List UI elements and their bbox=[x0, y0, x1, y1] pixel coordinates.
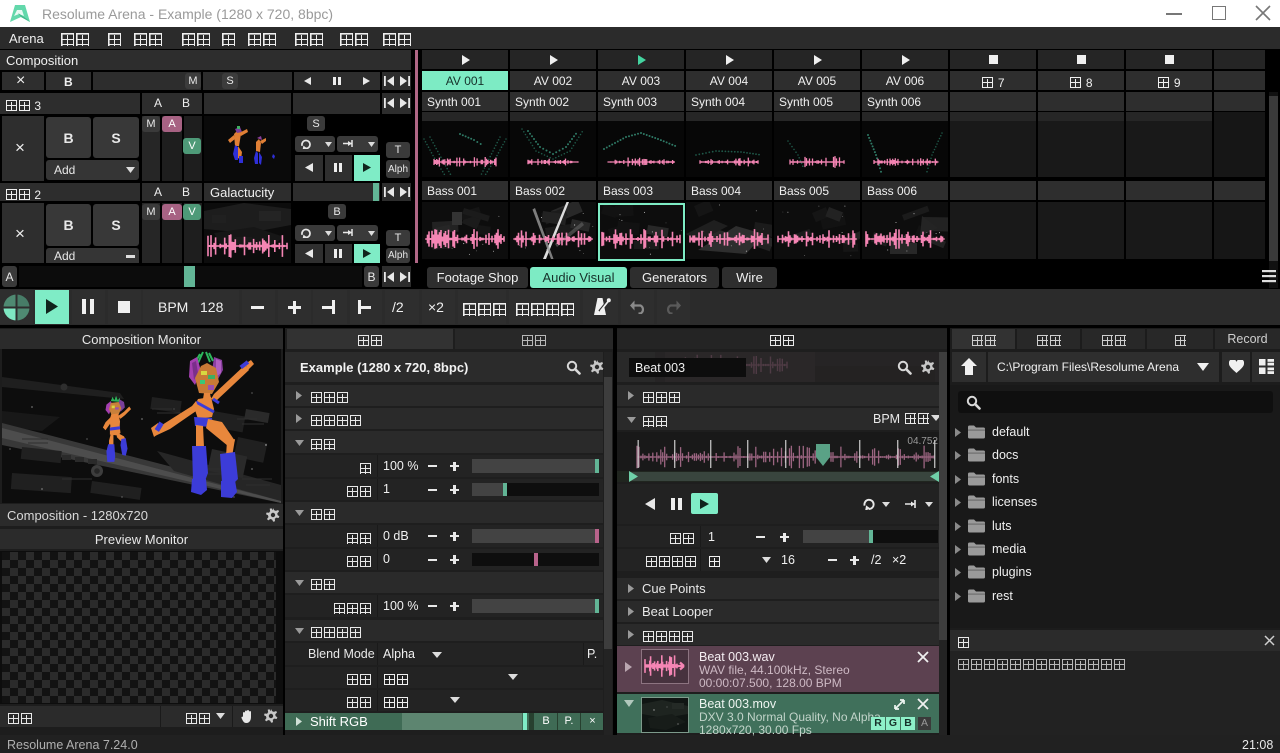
svg-text:04.752: 04.752 bbox=[907, 436, 938, 447]
